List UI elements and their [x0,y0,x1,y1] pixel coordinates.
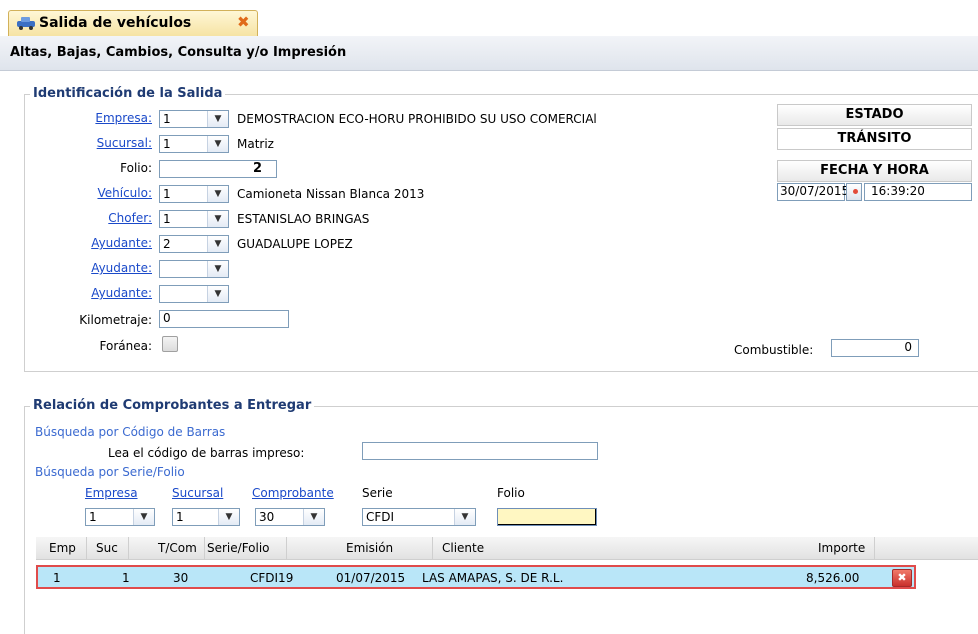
serie-folio-title: Búsqueda por Serie/Folio [35,465,185,479]
chevron-down-icon[interactable]: ▼ [207,236,228,252]
foranea-checkbox[interactable] [162,336,178,352]
chevron-down-icon[interactable]: ▼ [207,211,228,227]
col-cliente[interactable]: Cliente [442,541,484,555]
barcode-label: Lea el código de barras impreso: [108,446,305,460]
cell-emision: 01/07/2015 [336,571,406,585]
folio-field[interactable]: 2 [159,160,277,178]
ayudante1-desc: GUADALUPE LOPEZ [237,237,353,251]
chevron-down-icon[interactable]: ▼ [207,111,228,127]
combustible-field[interactable]: 0 [831,339,919,357]
barcode-title: Búsqueda por Código de Barras [35,425,226,439]
estado-header: ESTADO [777,104,972,126]
col-emision[interactable]: Emisión [346,541,393,555]
filter-sucursal-select[interactable]: 1 ▼ [172,508,240,526]
cell-importe: 8,526.00 [806,571,860,585]
vehiculo-value: 1 [163,187,171,201]
ayudante2-select[interactable]: ▼ [159,260,229,278]
filter-serie-select[interactable]: CFDI ▼ [362,508,476,526]
grid-header: Emp Suc T/Com Serie/Folio Emisión Client… [36,537,978,560]
filter-comprobante-link[interactable]: Comprobante [252,486,334,500]
filter-comprobante-value: 30 [259,510,275,524]
empresa-link[interactable]: Empresa: [32,111,152,125]
kilometraje-label: Kilometraje: [79,313,152,327]
col-serie[interactable]: Serie/Folio [207,541,270,555]
ayudante3-select[interactable]: ▼ [159,285,229,303]
foranea-label: Foránea: [99,339,153,353]
chofer-value: 1 [163,212,171,226]
filter-sucursal-link[interactable]: Sucursal [172,486,223,500]
ayudante3-link[interactable]: Ayudante: [32,286,152,300]
chevron-down-icon[interactable]: ▼ [207,286,228,302]
filter-serie-label: Serie [362,486,393,500]
chevron-down-icon[interactable]: ▼ [218,509,239,525]
hora-field[interactable]: 16:39:20 [864,183,972,201]
tab-title: Salida de vehículos [39,15,192,31]
table-row[interactable]: 1 1 30 CFDI19 01/07/2015 LAS AMAPAS, S. … [36,565,916,589]
filter-comprobante-select[interactable]: 30 ▼ [255,508,325,526]
sucursal-link[interactable]: Sucursal: [32,136,152,150]
vehiculo-desc: Camioneta Nissan Blanca 2013 [237,187,425,201]
cell-emp: 1 [53,571,61,585]
vehiculo-link[interactable]: Vehículo: [32,186,152,200]
chofer-select[interactable]: 1 ▼ [159,210,229,228]
close-icon[interactable]: ✖ [237,13,250,31]
fecha-hora-header: FECHA Y HORA [777,160,972,182]
sucursal-desc: Matriz [237,137,274,151]
fecha-field[interactable]: 30/07/2015 [777,183,849,201]
ayudante1-link[interactable]: Ayudante: [32,236,152,250]
delete-row-icon[interactable]: ✖ [892,569,912,587]
chevron-down-icon[interactable]: ▼ [133,509,154,525]
chevron-down-icon[interactable]: ▼ [207,261,228,277]
filter-folio-input[interactable] [497,508,597,526]
vehiculo-select[interactable]: 1 ▼ [159,185,229,203]
filter-empresa-value: 1 [89,510,97,524]
cell-tcom: 30 [173,571,189,585]
combustible-label: Combustible: [734,343,814,357]
col-emp[interactable]: Emp [49,541,76,555]
filter-sucursal-value: 1 [176,510,184,524]
chofer-desc: ESTANISLAO BRINGAS [237,212,370,226]
calendar-icon[interactable] [846,183,862,201]
col-tcom[interactable]: T/Com [158,541,197,555]
chevron-down-icon[interactable]: ▼ [454,509,475,525]
cell-suc: 1 [122,571,130,585]
tab-strip: Salida de vehículos ✖ [0,0,978,37]
section-title: Altas, Bajas, Cambios, Consulta y/o Impr… [10,45,347,60]
filter-serie-value: CFDI [366,510,395,524]
filter-empresa-select[interactable]: 1 ▼ [85,508,155,526]
col-suc[interactable]: Suc [96,541,118,555]
empresa-desc: DEMOSTRACION ECO-HORU PROHIBIDO SU USO C… [237,112,597,126]
section-header: Altas, Bajas, Cambios, Consulta y/o Impr… [0,36,978,71]
folio-label: Folio: [120,161,152,175]
ayudante2-link[interactable]: Ayudante: [32,261,152,275]
empresa-select[interactable]: 1 ▼ [159,110,229,128]
tab-salida-vehiculos[interactable]: Salida de vehículos ✖ [8,10,258,36]
relacion-legend: Relación de Comprobantes a Entregar [30,398,315,413]
ayudante1-value: 2 [163,237,171,251]
col-importe[interactable]: Importe [818,541,865,555]
estado-value: TRÁNSITO [777,128,972,150]
sucursal-select[interactable]: 1 ▼ [159,135,229,153]
cell-serie: CFDI19 [250,571,294,585]
ayudante1-select[interactable]: 2 ▼ [159,235,229,253]
cell-cliente: LAS AMAPAS, S. DE R.L. [422,571,564,585]
filter-folio-label: Folio [497,486,525,500]
chevron-down-icon[interactable]: ▼ [207,136,228,152]
chevron-down-icon[interactable]: ▼ [303,509,324,525]
filter-empresa-link[interactable]: Empresa [85,486,138,500]
kilometraje-field[interactable]: 0 [159,310,289,328]
chevron-down-icon[interactable]: ▼ [207,186,228,202]
empresa-value: 1 [163,112,171,126]
sucursal-value: 1 [163,137,171,151]
car-icon [17,17,35,30]
barcode-input[interactable] [362,442,598,460]
chofer-link[interactable]: Chofer: [32,211,152,225]
identificacion-legend: Identificación de la Salida [30,86,226,101]
